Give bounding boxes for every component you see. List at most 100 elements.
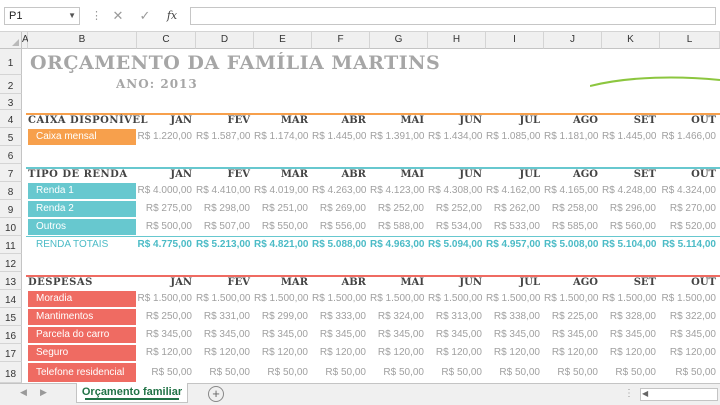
- despesa-value-cell[interactable]: R$ 1.500,00: [486, 290, 544, 308]
- row-header-4[interactable]: 4: [0, 110, 22, 128]
- despesa-label-1[interactable]: Moradia: [28, 291, 136, 307]
- despesa-value-cell[interactable]: R$ 120,00: [312, 344, 370, 362]
- column-header-e[interactable]: E: [254, 32, 312, 49]
- despesa-value-cell[interactable]: R$ 120,00: [196, 344, 254, 362]
- renda-value-cell[interactable]: R$ 534,00: [428, 218, 486, 236]
- despesas-month-set[interactable]: SET: [602, 276, 660, 290]
- despesa-label-3[interactable]: Parcela do carro: [28, 327, 136, 343]
- despesas-month-ago[interactable]: AGO: [544, 276, 602, 290]
- column-header-b[interactable]: B: [28, 32, 137, 49]
- formula-input[interactable]: [190, 7, 716, 25]
- caixa-month-out[interactable]: OUT: [660, 114, 720, 128]
- column-header-h[interactable]: H: [428, 32, 486, 49]
- despesa-value-cell[interactable]: R$ 50,00: [602, 362, 660, 383]
- chevron-down-icon[interactable]: ▼: [68, 8, 76, 24]
- renda-value-cell[interactable]: R$ 550,00: [254, 218, 312, 236]
- renda-value-cell[interactable]: R$ 556,00: [312, 218, 370, 236]
- renda-total-cell[interactable]: R$ 5.088,00: [312, 236, 370, 254]
- drag-handle-icon[interactable]: ⋮: [91, 9, 102, 22]
- renda-month-ago[interactable]: AGO: [544, 168, 602, 182]
- despesa-value-cell[interactable]: R$ 50,00: [370, 362, 428, 383]
- despesa-value-cell[interactable]: R$ 345,00: [312, 326, 370, 344]
- caixa-value-cell[interactable]: R$ 1.220,00: [137, 128, 196, 146]
- row-header-18[interactable]: 18: [0, 362, 22, 383]
- despesas-month-jun[interactable]: JUN: [428, 276, 486, 290]
- renda-value-cell[interactable]: R$ 262,00: [486, 200, 544, 218]
- renda-month-jan[interactable]: JAN: [137, 168, 196, 182]
- renda-month-out[interactable]: OUT: [660, 168, 720, 182]
- renda-value-cell[interactable]: R$ 252,00: [428, 200, 486, 218]
- row-header-16[interactable]: 16: [0, 326, 22, 344]
- despesa-value-cell[interactable]: R$ 1.500,00: [196, 290, 254, 308]
- despesa-value-cell[interactable]: R$ 50,00: [137, 362, 196, 383]
- function-icon[interactable]: fx: [162, 7, 182, 25]
- renda-total-cell[interactable]: R$ 4.963,00: [370, 236, 428, 254]
- row-header-12[interactable]: 12: [0, 254, 22, 272]
- renda-month-jun[interactable]: JUN: [428, 168, 486, 182]
- caixa-value-cell[interactable]: R$ 1.587,00: [196, 128, 254, 146]
- row-header-8[interactable]: 8: [0, 182, 22, 200]
- despesa-value-cell[interactable]: R$ 120,00: [660, 344, 720, 362]
- column-header-l[interactable]: L: [660, 32, 720, 49]
- caixa-month-mai[interactable]: MAI: [370, 114, 428, 128]
- despesa-value-cell[interactable]: R$ 50,00: [428, 362, 486, 383]
- despesa-value-cell[interactable]: R$ 299,00: [254, 308, 312, 326]
- renda-value-cell[interactable]: R$ 270,00: [660, 200, 720, 218]
- row-header-9[interactable]: 9: [0, 200, 22, 218]
- caixa-value-cell[interactable]: R$ 1.391,00: [370, 128, 428, 146]
- renda-label-1[interactable]: Renda 1: [28, 183, 136, 199]
- despesa-value-cell[interactable]: R$ 120,00: [137, 344, 196, 362]
- despesa-value-cell[interactable]: R$ 120,00: [254, 344, 312, 362]
- despesa-value-cell[interactable]: R$ 50,00: [312, 362, 370, 383]
- name-box[interactable]: P1 ▼: [4, 7, 80, 25]
- renda-value-cell[interactable]: R$ 4.248,00: [602, 182, 660, 200]
- caixa-value-cell[interactable]: R$ 1.434,00: [428, 128, 486, 146]
- horizontal-scrollbar[interactable]: ◀: [640, 388, 718, 401]
- renda-value-cell[interactable]: R$ 258,00: [544, 200, 602, 218]
- caixa-month-jul[interactable]: JUL: [486, 114, 544, 128]
- despesa-value-cell[interactable]: R$ 120,00: [486, 344, 544, 362]
- despesa-value-cell[interactable]: R$ 345,00: [137, 326, 196, 344]
- despesa-value-cell[interactable]: R$ 1.500,00: [602, 290, 660, 308]
- column-header-j[interactable]: J: [544, 32, 602, 49]
- caixa-month-jun[interactable]: JUN: [428, 114, 486, 128]
- despesa-value-cell[interactable]: R$ 1.500,00: [428, 290, 486, 308]
- despesas-month-jan[interactable]: JAN: [137, 276, 196, 290]
- sheet-year[interactable]: ANO: 2013: [116, 77, 236, 93]
- renda-value-cell[interactable]: R$ 269,00: [312, 200, 370, 218]
- despesas-month-mar[interactable]: MAR: [254, 276, 312, 290]
- despesa-label-4[interactable]: Seguro: [28, 345, 136, 361]
- caixa-value-cell[interactable]: R$ 1.085,00: [486, 128, 544, 146]
- despesa-value-cell[interactable]: R$ 1.500,00: [370, 290, 428, 308]
- despesas-month-mai[interactable]: MAI: [370, 276, 428, 290]
- renda-value-cell[interactable]: R$ 296,00: [602, 200, 660, 218]
- caixa-month-set[interactable]: SET: [602, 114, 660, 128]
- renda-value-cell[interactable]: R$ 585,00: [544, 218, 602, 236]
- sheet-title[interactable]: ORÇAMENTO DA FAMÍLIA MARTINS: [30, 52, 450, 76]
- caixa-value-cell[interactable]: R$ 1.445,00: [312, 128, 370, 146]
- renda-value-cell[interactable]: R$ 533,00: [486, 218, 544, 236]
- caixa-value-cell[interactable]: R$ 1.174,00: [254, 128, 312, 146]
- row-header-10[interactable]: 10: [0, 218, 22, 236]
- renda-total-cell[interactable]: R$ 4.775,00: [137, 236, 196, 254]
- renda-value-cell[interactable]: R$ 4.162,00: [486, 182, 544, 200]
- split-handle-icon[interactable]: ⋮: [624, 388, 634, 399]
- renda-month-jul[interactable]: JUL: [486, 168, 544, 182]
- select-all-corner[interactable]: [0, 32, 22, 49]
- renda-month-fev[interactable]: FEV: [196, 168, 254, 182]
- renda-value-cell[interactable]: R$ 4.165,00: [544, 182, 602, 200]
- caixa-month-ago[interactable]: AGO: [544, 114, 602, 128]
- despesa-value-cell[interactable]: R$ 345,00: [196, 326, 254, 344]
- renda-month-abr[interactable]: ABR: [312, 168, 370, 182]
- despesa-value-cell[interactable]: R$ 345,00: [254, 326, 312, 344]
- despesas-month-jul[interactable]: JUL: [486, 276, 544, 290]
- despesa-value-cell[interactable]: R$ 345,00: [602, 326, 660, 344]
- renda-total-cell[interactable]: R$ 5.104,00: [602, 236, 660, 254]
- despesa-value-cell[interactable]: R$ 338,00: [486, 308, 544, 326]
- renda-value-cell[interactable]: R$ 4.324,00: [660, 182, 720, 200]
- despesa-value-cell[interactable]: R$ 345,00: [370, 326, 428, 344]
- despesa-value-cell[interactable]: R$ 1.500,00: [312, 290, 370, 308]
- despesa-value-cell[interactable]: R$ 1.500,00: [137, 290, 196, 308]
- renda-label-2[interactable]: Renda 2: [28, 201, 136, 217]
- caixa-value-cell[interactable]: R$ 1.466,00: [660, 128, 720, 146]
